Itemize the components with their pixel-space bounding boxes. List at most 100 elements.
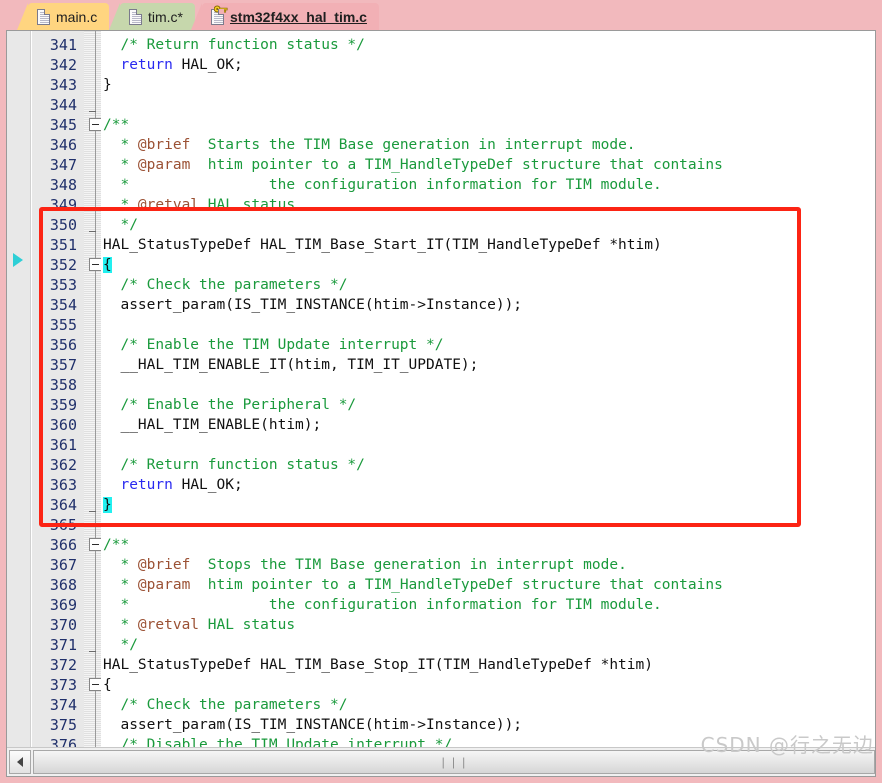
line-number: 361	[49, 436, 77, 454]
code-line[interactable]	[101, 95, 875, 115]
code-line[interactable]: * @brief Starts the TIM Base generation …	[101, 135, 875, 155]
code-line[interactable]: /* Enable the Peripheral */	[101, 395, 875, 415]
line-number: 348	[49, 176, 77, 194]
code-line[interactable]: /**	[101, 115, 875, 135]
tab-main-c[interactable]: main.c	[16, 3, 110, 30]
code-line[interactable]	[101, 435, 875, 455]
document-icon	[37, 8, 50, 25]
line-number: 370	[49, 616, 77, 634]
code-line[interactable]: return HAL_OK;	[101, 475, 875, 495]
code-line[interactable]: {	[101, 675, 875, 695]
code-line[interactable]: * @brief Stops the TIM Base generation i…	[101, 555, 875, 575]
scroll-left-button[interactable]	[9, 750, 31, 774]
line-number: 356	[49, 336, 77, 354]
line-number: 352	[49, 256, 77, 274]
code-line[interactable]: /* Check the parameters */	[101, 695, 875, 715]
watermark: CSDN @行之无边	[700, 733, 874, 757]
code-folding-margin[interactable]	[84, 31, 102, 747]
line-number: 375	[49, 716, 77, 734]
fold-end-marker-icon	[89, 111, 96, 112]
line-number: 362	[49, 456, 77, 474]
code-line[interactable]: * @retval HAL status	[101, 195, 875, 215]
line-number: 371	[49, 636, 77, 654]
code-token-kw: return	[120, 57, 173, 73]
code-line[interactable]: HAL_StatusTypeDef HAL_TIM_Base_Stop_IT(T…	[101, 655, 875, 675]
code-token-plain: __HAL_TIM_ENABLE(htim);	[103, 417, 322, 433]
current-statement-arrow-icon	[13, 253, 23, 267]
fold-guide-line	[95, 31, 96, 747]
line-number: 373	[49, 676, 77, 694]
code-token-comment: Starts the TIM Base generation in interr…	[190, 137, 636, 153]
code-line[interactable]: assert_param(IS_TIM_INSTANCE(htim->Insta…	[101, 295, 875, 315]
tab-tim-c[interactable]: tim.c*	[109, 3, 195, 30]
code-token-doctag: @brief	[137, 557, 191, 573]
line-number: 369	[49, 596, 77, 614]
fold-end-marker-icon	[89, 231, 96, 232]
line-number: 368	[49, 576, 77, 594]
document-icon	[129, 8, 142, 25]
code-line[interactable]: }	[101, 75, 875, 95]
fold-end-marker-icon	[89, 511, 96, 512]
code-token-plain: assert_param(IS_TIM_INSTANCE(htim->Insta…	[103, 297, 523, 313]
line-number: 342	[49, 56, 77, 74]
code-line[interactable]: */	[101, 635, 875, 655]
code-line[interactable]: * the configuration information for TIM …	[101, 595, 875, 615]
code-token-brace: {	[103, 257, 112, 273]
code-line[interactable]	[101, 515, 875, 535]
breakpoint-margin[interactable]	[7, 31, 31, 747]
code-token-comment: htim pointer to a TIM_HandleTypeDef stru…	[190, 157, 723, 173]
line-number: 343	[49, 76, 77, 94]
code-line[interactable]: }	[101, 495, 875, 515]
line-number: 347	[49, 156, 77, 174]
code-token-comment: *	[103, 197, 138, 213]
code-token-comment: /**	[103, 537, 130, 553]
code-line[interactable]: {	[101, 255, 875, 275]
code-token-plain: HAL_StatusTypeDef HAL_TIM_Base_Stop_IT(T…	[103, 657, 653, 673]
key-icon	[214, 5, 228, 13]
line-number: 372	[49, 656, 77, 674]
code-line[interactable]: return HAL_OK;	[101, 55, 875, 75]
code-token-comment: */	[103, 637, 138, 653]
code-token-plain: HAL_OK;	[172, 57, 243, 73]
code-line[interactable]	[101, 375, 875, 395]
code-line[interactable]: * the configuration information for TIM …	[101, 175, 875, 195]
code-token-comment: /* Disable the TIM Update interrupt */	[103, 737, 453, 747]
code-token-doctag: @param	[137, 157, 191, 173]
line-number: 353	[49, 276, 77, 294]
line-number: 360	[49, 416, 77, 434]
code-text-area[interactable]: /* Return function status */ return HAL_…	[101, 31, 875, 747]
code-token-comment: htim pointer to a TIM_HandleTypeDef stru…	[190, 577, 723, 593]
line-number: 350	[49, 216, 77, 234]
code-token-comment: *	[103, 617, 138, 633]
code-line[interactable]: /* Return function status */	[101, 35, 875, 55]
code-line[interactable]: /**	[101, 535, 875, 555]
code-token-doctag: @param	[137, 577, 191, 593]
code-line[interactable]	[101, 315, 875, 335]
code-token-comment: /**	[103, 117, 130, 133]
code-line[interactable]: * @param htim pointer to a TIM_HandleTyp…	[101, 575, 875, 595]
code-line[interactable]: * @param htim pointer to a TIM_HandleTyp…	[101, 155, 875, 175]
tab-stm32f4xx-hal-tim-c[interactable]: stm32f4xx_hal_tim.c	[191, 3, 379, 30]
code-line[interactable]: /* Enable the TIM Update interrupt */	[101, 335, 875, 355]
code-editor[interactable]: 341 342 343 344 345 346 347 348 349 350 351 352 353 3…	[6, 30, 876, 777]
code-token-comment: /* Enable the TIM Update interrupt */	[103, 337, 444, 353]
code-line[interactable]: * @retval HAL status	[101, 615, 875, 635]
code-line[interactable]: */	[101, 215, 875, 235]
line-number: 363	[49, 476, 77, 494]
chevron-left-icon	[17, 757, 23, 767]
line-number: 358	[49, 376, 77, 394]
code-token-plain: HAL_StatusTypeDef HAL_TIM_Base_Start_IT(…	[103, 237, 662, 253]
line-number: 367	[49, 556, 77, 574]
code-token-plain: }	[103, 77, 112, 93]
code-line[interactable]: /* Check the parameters */	[101, 275, 875, 295]
code-line[interactable]: __HAL_TIM_ENABLE(htim);	[101, 415, 875, 435]
code-line[interactable]: __HAL_TIM_ENABLE_IT(htim, TIM_IT_UPDATE)…	[101, 355, 875, 375]
code-line[interactable]: HAL_StatusTypeDef HAL_TIM_Base_Start_IT(…	[101, 235, 875, 255]
code-token-brace: }	[103, 497, 112, 513]
line-number: 345	[49, 116, 77, 134]
code-token-comment: /* Check the parameters */	[103, 277, 348, 293]
code-line[interactable]: /* Return function status */	[101, 455, 875, 475]
code-token-doctag: @retval	[137, 197, 200, 213]
scrollbar-grip-icon: ❘❘❘	[438, 755, 470, 769]
